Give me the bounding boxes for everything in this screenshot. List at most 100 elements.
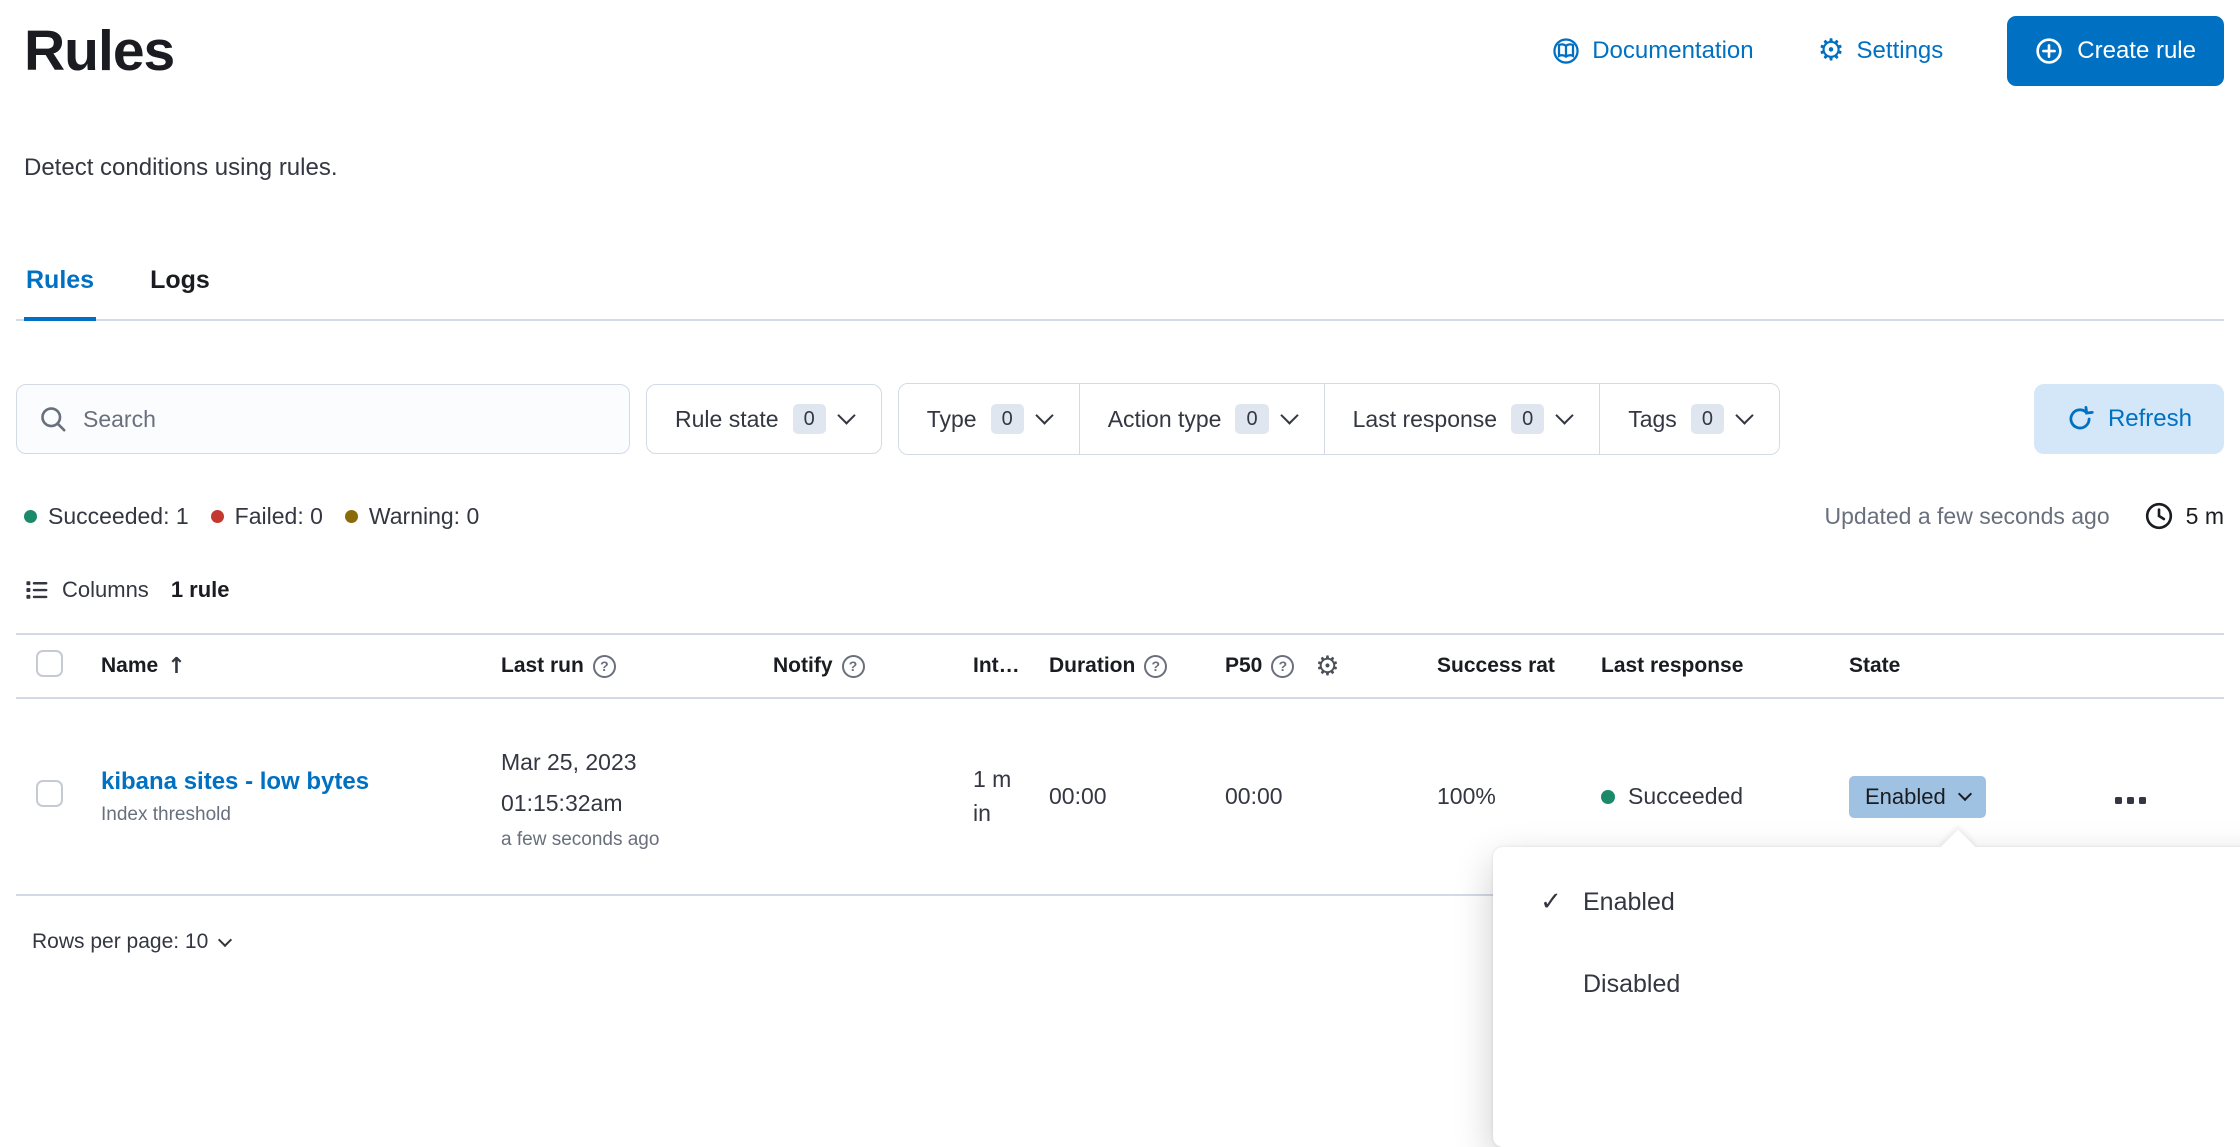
refresh-label: Refresh [2108, 405, 2192, 433]
create-rule-label: Create rule [2077, 37, 2196, 65]
rule-state-filter-label: Rule state [675, 406, 779, 433]
last-run-cell: Mar 25, 2023 01:15:32am a few seconds ag… [501, 742, 773, 851]
rule-state-filter-count: 0 [793, 404, 826, 434]
search-input[interactable] [83, 406, 617, 433]
state-badge-label: Enabled [1865, 784, 1946, 810]
documentation-icon [1552, 37, 1580, 65]
chevron-down-icon [1035, 406, 1053, 424]
header-p50[interactable]: P50 ? ⚙ [1225, 651, 1437, 682]
page-title: Rules [24, 18, 174, 84]
create-rule-button[interactable]: Create rule [2007, 16, 2224, 86]
header-name[interactable]: Name ↑ [101, 654, 501, 679]
tab-rules[interactable]: Rules [24, 252, 96, 321]
filter-group: Type 0 Action type 0 Last response 0 Tag… [898, 383, 1780, 455]
state-option-enabled-label: Enabled [1583, 888, 1675, 917]
header-state[interactable]: State [1849, 654, 2105, 678]
failed-summary-label: Failed: 0 [235, 503, 323, 530]
gear-icon: ⚙ [1818, 36, 1845, 66]
last-run-date: Mar 25, 2023 [501, 742, 773, 782]
columns-icon [24, 577, 50, 603]
refresh-button[interactable]: Refresh [2034, 384, 2224, 454]
last-response-cell: Succeeded [1601, 783, 1849, 810]
state-badge[interactable]: Enabled [1849, 776, 1986, 818]
rule-type-label: Index threshold [101, 804, 501, 826]
settings-label: Settings [1857, 37, 1944, 65]
chevron-down-icon [218, 932, 232, 946]
action-type-filter-button[interactable]: Action type 0 [1079, 384, 1324, 454]
settings-link[interactable]: ⚙ Settings [1818, 36, 1944, 66]
interval-value: 1 min [973, 763, 1013, 830]
page-description: Detect conditions using rules. [24, 154, 2240, 182]
tab-logs[interactable]: Logs [148, 252, 212, 319]
select-all-cell [24, 650, 101, 683]
header-interval[interactable]: Int… [973, 654, 1049, 678]
failed-summary: Failed: 0 [211, 503, 323, 530]
clock-icon [2144, 501, 2174, 531]
tags-filter-count: 0 [1691, 404, 1724, 434]
refresh-interval-control[interactable]: 5 m [2144, 501, 2224, 531]
action-type-filter-count: 0 [1235, 404, 1268, 434]
documentation-label: Documentation [1592, 37, 1753, 65]
filter-bar: Rule state 0 Type 0 Action type 0 Last r… [16, 383, 2224, 455]
check-icon: ✓ [1537, 887, 1565, 917]
header-duration-label: Duration [1049, 654, 1135, 678]
rule-name-link[interactable]: kibana sites - low bytes [101, 768, 411, 796]
status-right: Updated a few seconds ago 5 m [1825, 501, 2225, 531]
columns-button[interactable]: Columns [24, 577, 149, 603]
rows-per-page[interactable]: Rows per page: 10 [32, 930, 230, 954]
header-last-response[interactable]: Last response [1601, 654, 1849, 678]
last-response-value: Succeeded [1628, 783, 1743, 810]
header-success-ratio[interactable]: Success rat [1437, 654, 1601, 678]
last-response-filter-label: Last response [1353, 406, 1497, 433]
rule-count: 1 rule [171, 577, 230, 603]
question-icon[interactable]: ? [593, 655, 616, 678]
rows-per-page-label: Rows per page: 10 [32, 930, 208, 954]
question-icon[interactable]: ? [842, 655, 865, 678]
question-icon[interactable]: ? [1271, 655, 1294, 678]
status-summary-row: Succeeded: 1 Failed: 0 Warning: 0 Update… [24, 501, 2224, 531]
duration-cell: 00:00 [1049, 783, 1225, 810]
type-filter-label: Type [927, 406, 977, 433]
type-filter-count: 0 [991, 404, 1024, 434]
succeeded-dot-icon [1601, 790, 1615, 804]
p50-cell: 00:00 [1225, 783, 1437, 810]
rule-state-filter-button[interactable]: Rule state 0 [646, 384, 882, 454]
question-icon[interactable]: ? [1144, 655, 1167, 678]
rule-name-cell: kibana sites - low bytes Index threshold [101, 768, 501, 826]
row-select-cell [24, 780, 101, 813]
succeeded-summary: Succeeded: 1 [24, 503, 189, 530]
header-last-run-label: Last run [501, 654, 584, 678]
tab-bar: Rules Logs [16, 252, 2224, 321]
last-response-filter-button[interactable]: Last response 0 [1324, 384, 1600, 454]
chevron-down-icon [1556, 406, 1574, 424]
state-option-disabled-label: Disabled [1583, 970, 1680, 999]
action-type-filter-label: Action type [1108, 406, 1222, 433]
success-ratio-cell: 100% [1437, 783, 1601, 810]
type-filter-button[interactable]: Type 0 [899, 384, 1079, 454]
sort-ascending-icon: ↑ [167, 654, 185, 679]
search-box [16, 384, 630, 454]
header-interval-label: Int… [973, 654, 1020, 678]
tags-filter-button[interactable]: Tags 0 [1599, 384, 1779, 454]
header-p50-label: P50 [1225, 654, 1262, 678]
failed-dot-icon [211, 510, 224, 523]
row-actions-menu-icon[interactable] [2115, 797, 2146, 804]
state-option-disabled[interactable]: ✓ Disabled [1493, 943, 2240, 1025]
p50-settings-gear-icon[interactable]: ⚙ [1315, 651, 1339, 682]
plus-circle-icon [2035, 37, 2063, 65]
row-checkbox[interactable] [36, 780, 63, 807]
succeeded-summary-label: Succeeded: 1 [48, 503, 189, 530]
header-success-ratio-label: Success rat [1437, 654, 1555, 678]
last-run-time: 01:15:32am [501, 783, 773, 823]
last-response-filter-count: 0 [1511, 404, 1544, 434]
header-duration[interactable]: Duration ? [1049, 654, 1225, 678]
last-run-relative: a few seconds ago [501, 829, 773, 851]
chevron-down-icon [837, 406, 855, 424]
header-last-run[interactable]: Last run ? [501, 654, 773, 678]
state-option-enabled[interactable]: ✓ Enabled [1493, 861, 2240, 943]
refresh-interval-label: 5 m [2186, 503, 2224, 530]
select-all-checkbox[interactable] [36, 650, 63, 677]
page-header: Rules Documentation ⚙ Settings [0, 0, 2240, 86]
header-notify[interactable]: Notify ? [773, 654, 973, 678]
documentation-link[interactable]: Documentation [1552, 37, 1753, 65]
